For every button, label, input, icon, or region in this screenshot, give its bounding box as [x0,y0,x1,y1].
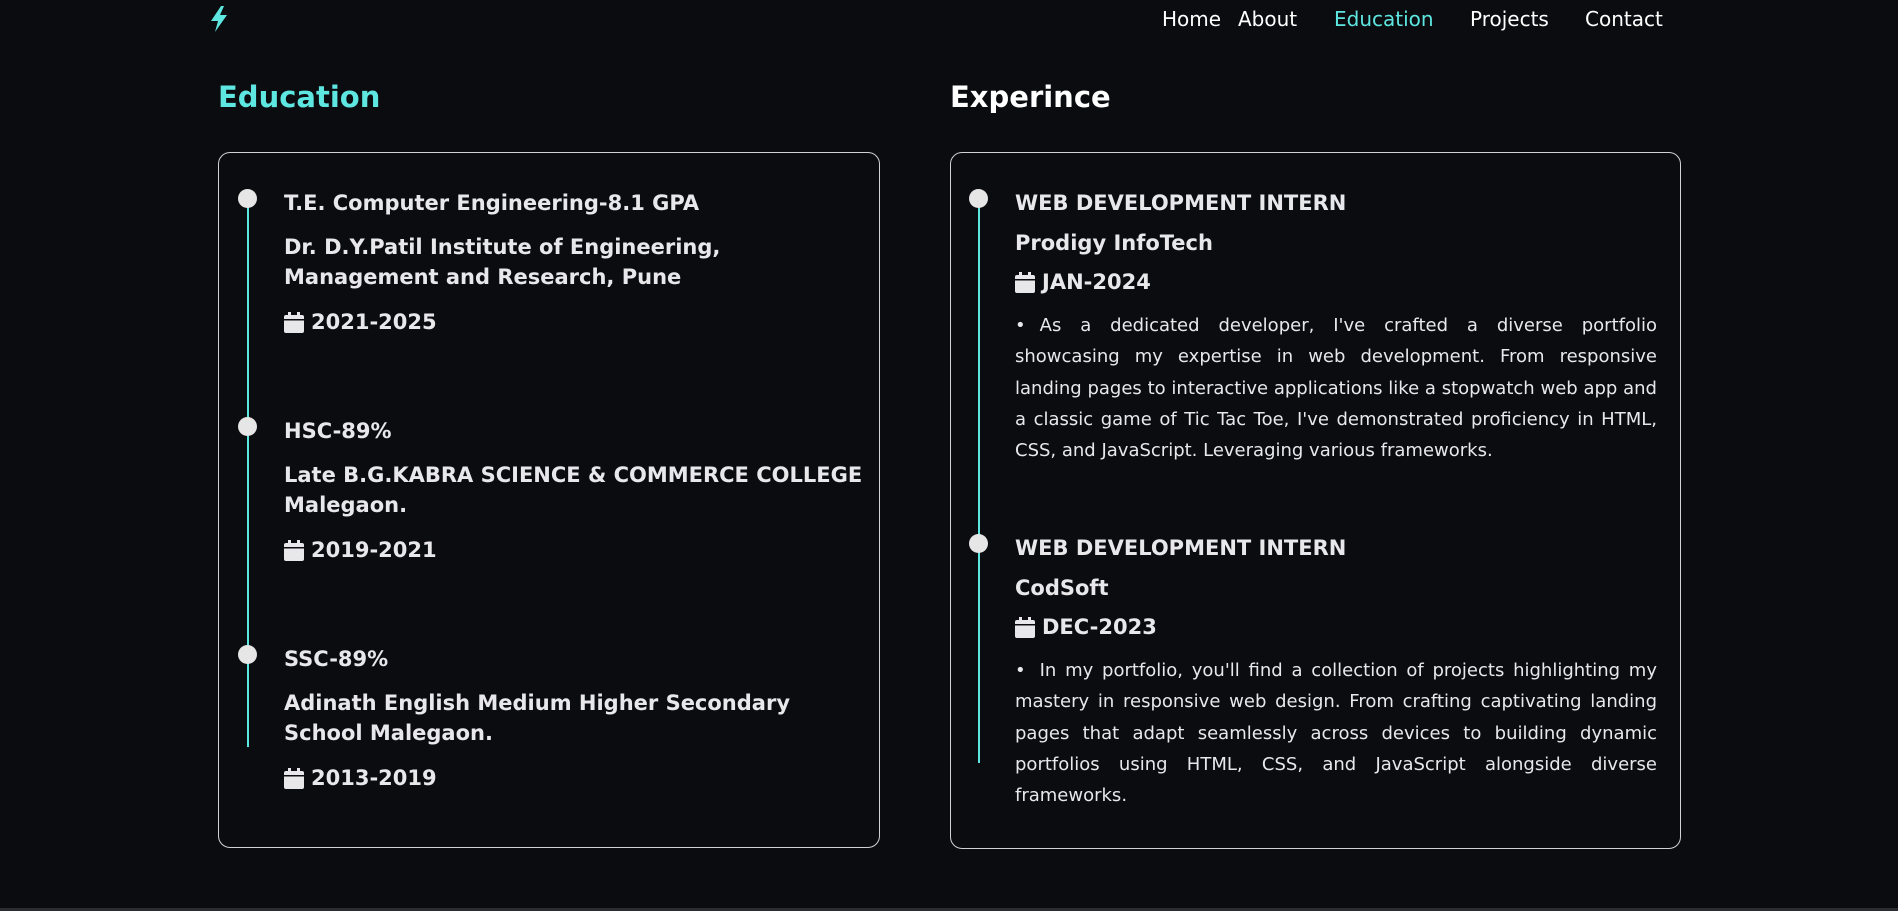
timeline-dot [969,189,988,208]
experience-description-text: As a dedicated developer, I've crafted a… [1015,315,1657,462]
experience-card: WEB DEVELOPMENT INTERN Prodigy InfoTech … [950,152,1681,849]
experience-date: JAN-2024 [1015,270,1151,294]
timeline-dot [238,189,257,208]
education-years: 2019-2021 [311,538,437,562]
experience-company: CodSoft [1015,576,1109,600]
education-heading: Education [218,80,381,114]
experience-description: • In my portfolio, you'll find a collecti… [1015,655,1657,811]
education-institution: Late B.G.KABRA SCIENCE & COMMERCE COLLEG… [284,463,863,517]
experience-timeline-line [978,193,980,763]
education-years: 2013-2019 [311,766,437,790]
education-institution: Dr. D.Y.Patil Institute of Engineering, … [284,235,721,289]
experience-heading: Experince [950,80,1111,114]
experience-date-text: JAN-2024 [1042,270,1151,294]
education-degree: SSC-89% [284,647,389,671]
bullet-glyph: • [1015,660,1026,681]
calendar-icon [1015,616,1035,638]
education-years: 2021-2025 [311,310,437,334]
experience-role: WEB DEVELOPMENT INTERN [1015,191,1347,215]
education-degree: HSC-89% [284,419,392,443]
nav-link-about[interactable]: About [1238,7,1297,31]
nav-link-home[interactable]: Home [1162,7,1221,31]
experience-date-text: DEC-2023 [1042,615,1157,639]
experience-date: DEC-2023 [1015,615,1157,639]
experience-description-text: In my portfolio, you'll find a collectio… [1015,660,1657,807]
lightning-bolt-icon[interactable] [208,6,230,32]
experience-description: • As a dedicated developer, I've crafted … [1015,310,1657,466]
calendar-icon [284,767,304,789]
nav-link-contact[interactable]: Contact [1585,7,1663,31]
education-institution: Adinath English Medium Higher Secondary … [284,691,791,745]
nav-link-projects[interactable]: Projects [1470,7,1549,31]
experience-company: Prodigy InfoTech [1015,231,1213,255]
navbar: Home About Education Projects Contact [0,0,1898,40]
experience-role: WEB DEVELOPMENT INTERN [1015,536,1347,560]
timeline-dot [969,534,988,553]
calendar-icon [284,539,304,561]
timeline-dot [238,417,257,436]
calendar-icon [284,311,304,333]
education-degree: T.E. Computer Engineering-8.1 GPA [284,191,700,215]
nav-link-education[interactable]: Education [1334,7,1434,31]
timeline-dot [238,645,257,664]
education-card: T.E. Computer Engineering-8.1 GPA Dr. D.… [218,152,880,848]
calendar-icon [1015,271,1035,293]
education-date: 2013-2019 [284,766,437,790]
education-date: 2021-2025 [284,310,437,334]
education-date: 2019-2021 [284,538,437,562]
bullet-glyph: • [1015,315,1026,336]
